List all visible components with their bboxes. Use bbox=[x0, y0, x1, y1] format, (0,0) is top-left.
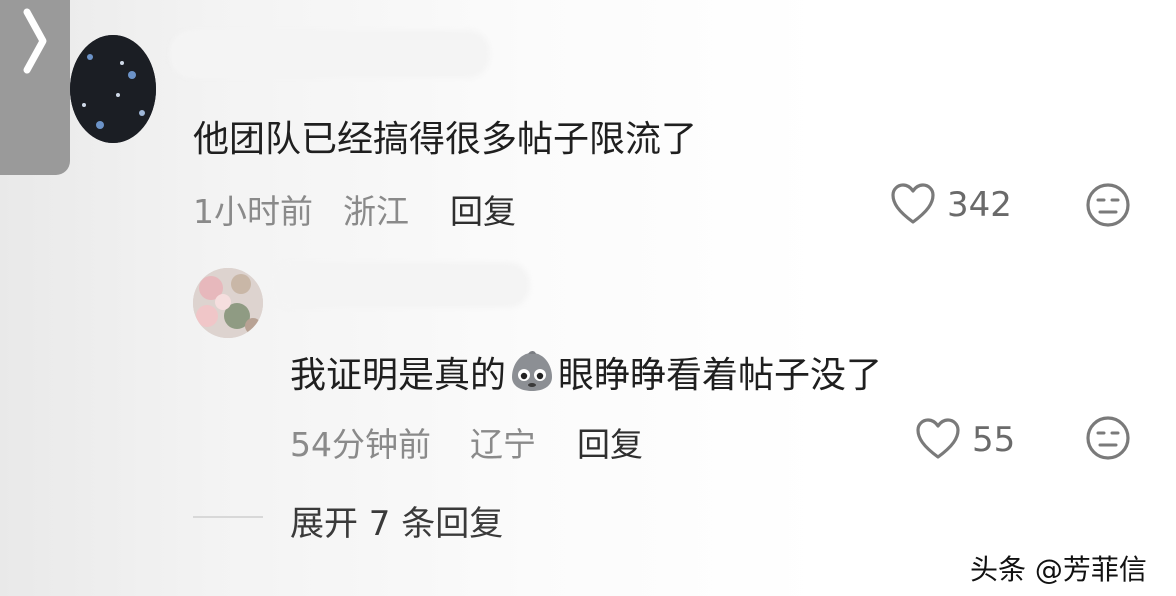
comment-text: 他团队已经搞得很多帖子限流了 bbox=[193, 119, 698, 160]
avatar[interactable] bbox=[70, 35, 156, 143]
like-count: 342 bbox=[947, 185, 1012, 225]
comment-location: 辽宁 bbox=[470, 425, 536, 464]
username-redacted bbox=[270, 262, 530, 308]
neutral-face-icon[interactable] bbox=[1084, 181, 1132, 229]
watermark: 头条 @芳菲信 bbox=[970, 553, 1147, 586]
crying-face-emoji bbox=[512, 351, 553, 391]
expand-replies-button[interactable]: 展开 7 条回复 bbox=[290, 496, 503, 545]
reply-button[interactable]: 回复 bbox=[577, 418, 643, 466]
comment-text-part: 眼睁睁看着帖子没了 bbox=[558, 355, 883, 396]
back-button[interactable] bbox=[0, 0, 70, 175]
comment-time: 54分钟前 bbox=[290, 425, 431, 464]
comment-time: 1小时前 bbox=[193, 192, 313, 231]
avatar[interactable] bbox=[193, 268, 263, 338]
chevron-right-icon bbox=[23, 8, 47, 74]
heart-outline-icon[interactable] bbox=[915, 418, 961, 460]
comment-text-part: 我证明是真的 bbox=[290, 355, 507, 396]
neutral-face-icon[interactable] bbox=[1084, 414, 1132, 462]
comment-text: 我证明是真的 眼睁睁看着帖子没了 bbox=[290, 346, 882, 398]
comment-location: 浙江 bbox=[343, 192, 409, 231]
divider bbox=[193, 516, 263, 518]
reply-button[interactable]: 回复 bbox=[450, 185, 516, 233]
like-count: 55 bbox=[972, 420, 1016, 460]
heart-outline-icon[interactable] bbox=[890, 183, 936, 225]
username-redacted bbox=[170, 30, 490, 78]
